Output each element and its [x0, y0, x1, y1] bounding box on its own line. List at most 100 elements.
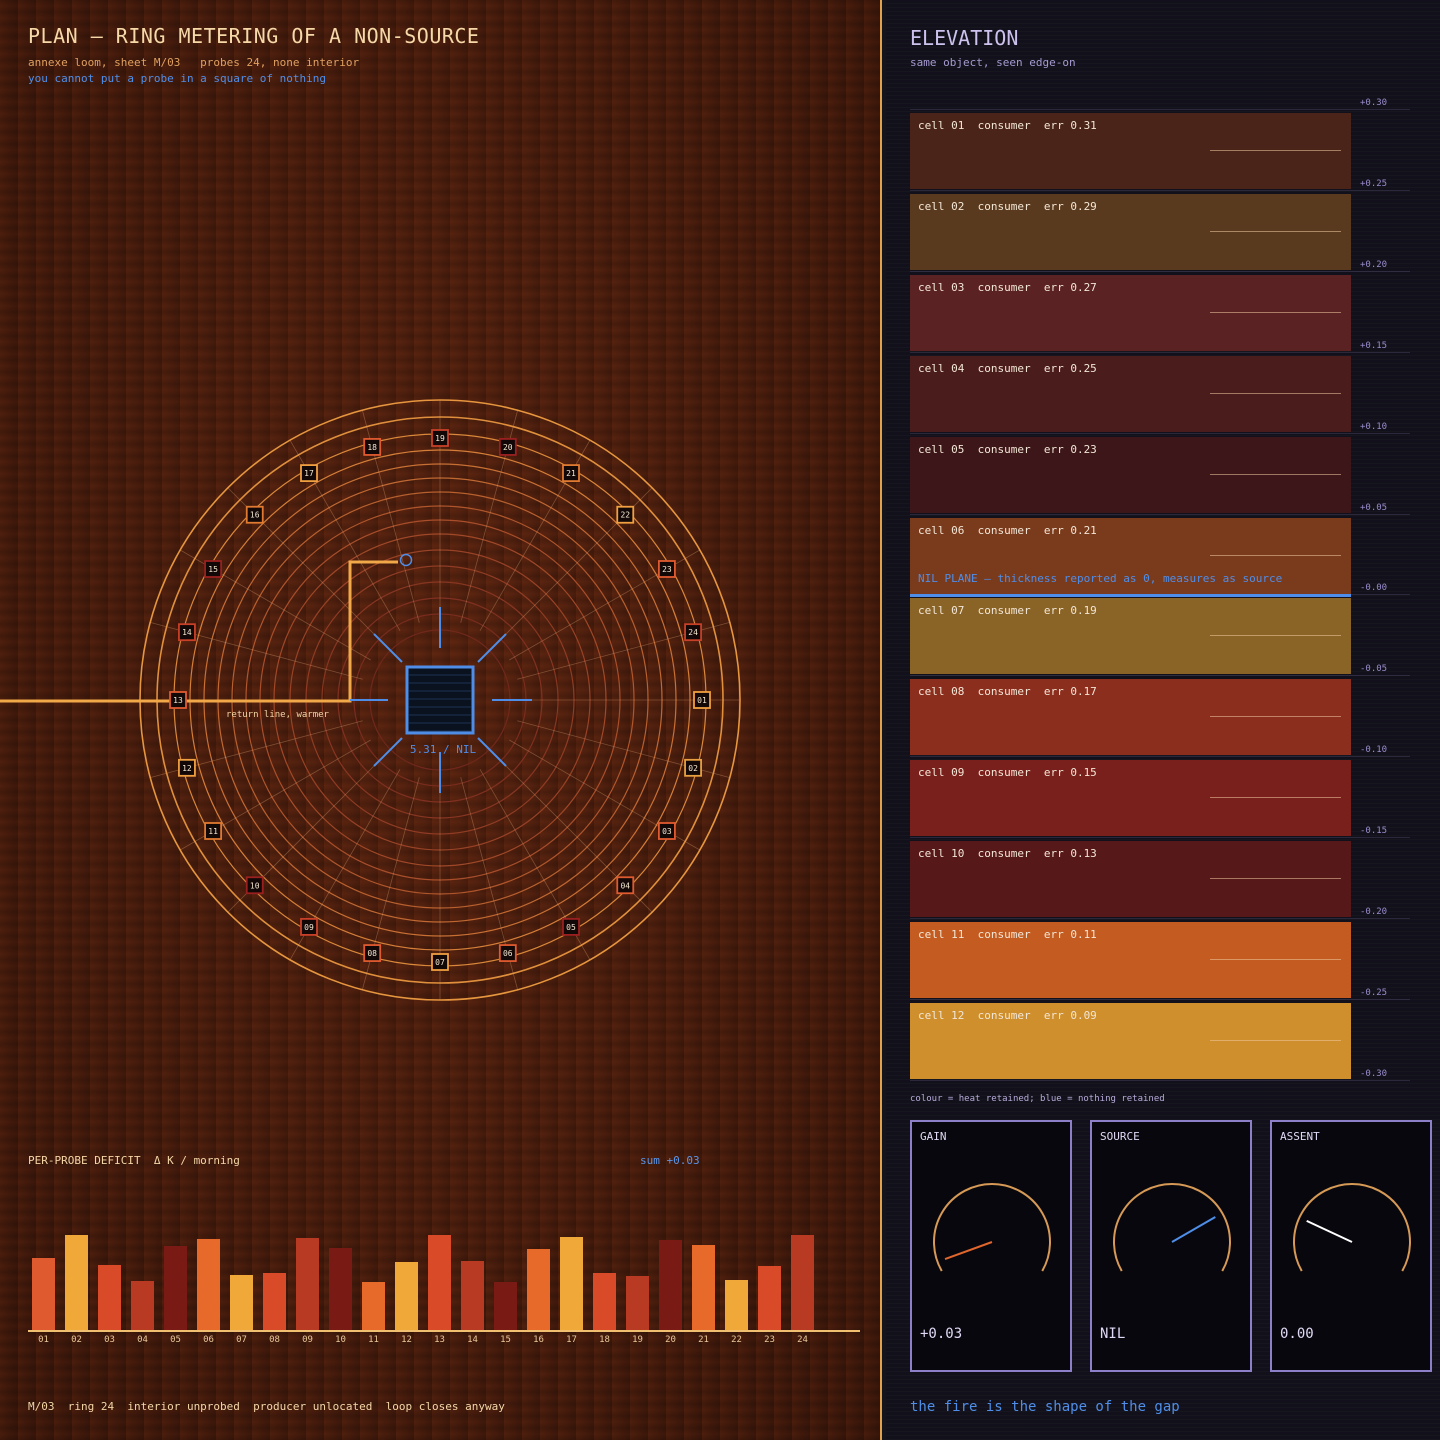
probe-marker[interactable]: 06	[498, 944, 517, 962]
deficit-bar	[527, 1249, 550, 1330]
probe-label: 20	[503, 443, 513, 452]
probe-label: 04	[620, 881, 630, 890]
probe-marker[interactable]: 14	[178, 623, 196, 642]
cell-label: cell 04 consumer err 0.25	[918, 361, 1097, 375]
cell-label: cell 11 consumer err 0.11	[918, 928, 1097, 941]
elevation-tick-label: -0.30	[1360, 1068, 1388, 1079]
cell-reference-line	[1210, 473, 1341, 475]
plan-subtitle: annexe loom, sheet M/03 probes 24, none …	[28, 56, 360, 69]
elevation-tick-label: -0.05	[1360, 664, 1388, 675]
source-gauge: SOURCE NIL	[1090, 1120, 1252, 1372]
deficit-bar-chart: 01 02 03 04 05 06 07 08 09 10 11 12 13 14 15 16 17 18 19 20…	[28, 1235, 860, 1345]
deficit-bar	[395, 1262, 418, 1330]
cell-label: cell 03 consumer err 0.27	[918, 280, 1097, 294]
cell-label: cell 10 consumer err 0.13	[918, 847, 1097, 861]
probe-marker[interactable]: 23	[657, 560, 676, 578]
probe-marker[interactable]: 07	[431, 953, 449, 971]
probe-marker[interactable]: 18	[363, 438, 382, 456]
elevation-tick-label: +0.20	[1360, 259, 1388, 270]
probe-marker[interactable]: 11	[204, 822, 223, 840]
probe-marker[interactable]: 20	[498, 438, 517, 456]
cell-reference-line	[1210, 716, 1341, 718]
plan-panel: 5.31 / NIL return line, warmer 01 02 03 04 0…	[0, 0, 880, 1440]
deficit-bar	[560, 1237, 583, 1330]
bar-chart-sum: sum +0.03	[640, 1154, 700, 1167]
bar-tick-label: 22	[731, 1335, 742, 1345]
nil-plane-label: NIL PLANE — thickness reported as 0, mea…	[918, 572, 1283, 585]
gain-gauge: GAIN +0.03	[910, 1120, 1072, 1372]
probe-label: 12	[182, 764, 192, 773]
elevation-gridline	[910, 351, 1410, 353]
probe-marker[interactable]: 05	[562, 917, 580, 936]
bar-tick-label: 12	[401, 1335, 412, 1345]
probe-marker[interactable]: 10	[245, 876, 264, 895]
elevation-cell-band: cell 05 consumer err 0.23	[910, 436, 1351, 513]
gauge-value: NIL	[1100, 1326, 1126, 1342]
bar-tick-label: 11	[368, 1335, 379, 1345]
elevation-cell-band: cell 09 consumer err 0.15	[910, 760, 1351, 837]
deficit-bar	[428, 1235, 451, 1330]
elevation-cell-band: cell 11 consumer err 0.11	[910, 922, 1351, 998]
cell-reference-line	[1210, 1039, 1341, 1041]
elevation-cell-band: cell 02 consumer err 0.29	[910, 193, 1351, 270]
deficit-bar	[131, 1281, 154, 1330]
probe-marker[interactable]: 17	[300, 464, 318, 483]
elevation-tick-label: -0.10	[1360, 745, 1388, 756]
plan-note: you cannot put a probe in a square of no…	[28, 72, 327, 85]
elevation-cell-band: cell 10 consumer err 0.13	[910, 841, 1351, 918]
probe-marker[interactable]: 01	[693, 691, 711, 709]
deficit-bar	[692, 1245, 715, 1330]
deficit-bar	[494, 1282, 517, 1330]
deficit-bar	[725, 1280, 748, 1330]
elevation-gridline	[910, 189, 1410, 191]
bar-tick-label: 10	[335, 1335, 346, 1345]
probe-marker[interactable]: 04	[616, 876, 635, 895]
bar-tick-label: 01	[38, 1335, 49, 1345]
cell-reference-line	[1210, 150, 1341, 151]
deficit-bar	[659, 1240, 682, 1330]
elevation-subtitle: same object, seen edge-on	[910, 56, 1076, 69]
center-label: 5.31 / NIL	[410, 743, 477, 756]
deficit-bar	[296, 1238, 319, 1330]
elevation-cell-band: cell 03 consumer err 0.27	[910, 274, 1351, 351]
gauge-arc	[1113, 1183, 1231, 1272]
probe-marker[interactable]: 03	[657, 822, 676, 840]
nil-core	[350, 607, 532, 793]
deficit-bar	[98, 1265, 121, 1330]
deficit-bar	[32, 1258, 55, 1330]
deficit-bar	[758, 1266, 781, 1330]
bar-tick-label: 06	[203, 1335, 214, 1345]
probe-label: 03	[662, 827, 672, 836]
gauge-arc	[933, 1183, 1051, 1272]
probe-marker[interactable]: 12	[178, 758, 196, 777]
return-line-label: return line, warmer	[226, 710, 330, 720]
cell-reference-line	[1210, 230, 1341, 232]
cell-label: cell 05 consumer err 0.23	[918, 442, 1097, 456]
probe-marker[interactable]: 16	[245, 505, 264, 524]
probe-marker[interactable]: 24	[684, 623, 702, 642]
probe-marker[interactable]: 09	[300, 917, 318, 936]
cell-reference-line	[1210, 554, 1341, 556]
probe-marker[interactable]: 22	[616, 505, 635, 524]
probe-marker[interactable]: 08	[363, 944, 382, 962]
probe-label: 02	[688, 764, 698, 773]
gauge-needle	[1306, 1219, 1353, 1243]
bar-tick-label: 23	[764, 1335, 775, 1345]
elevation-title: ELEVATION	[910, 26, 1019, 50]
assent-gauge: ASSENT 0.00	[1270, 1120, 1432, 1372]
cell-label: cell 08 consumer err 0.17	[918, 685, 1097, 699]
bar-tick-label: 18	[599, 1335, 610, 1345]
probe-label: 18	[367, 443, 377, 452]
probe-marker[interactable]: 13	[169, 691, 187, 709]
probe-marker[interactable]: 02	[684, 758, 702, 777]
bar-tick-label: 20	[665, 1335, 676, 1345]
probe-label: 16	[250, 511, 260, 520]
deficit-bar	[593, 1273, 616, 1330]
probe-marker[interactable]: 15	[204, 560, 223, 578]
probe-marker[interactable]: 19	[431, 429, 449, 447]
colour-legend: colour = heat retained; blue = nothing r…	[910, 1094, 1165, 1104]
bar-tick-label: 24	[797, 1335, 808, 1345]
probe-marker[interactable]: 21	[562, 464, 580, 483]
bar-tick-label: 03	[104, 1335, 115, 1345]
gauge-needle	[944, 1241, 993, 1261]
